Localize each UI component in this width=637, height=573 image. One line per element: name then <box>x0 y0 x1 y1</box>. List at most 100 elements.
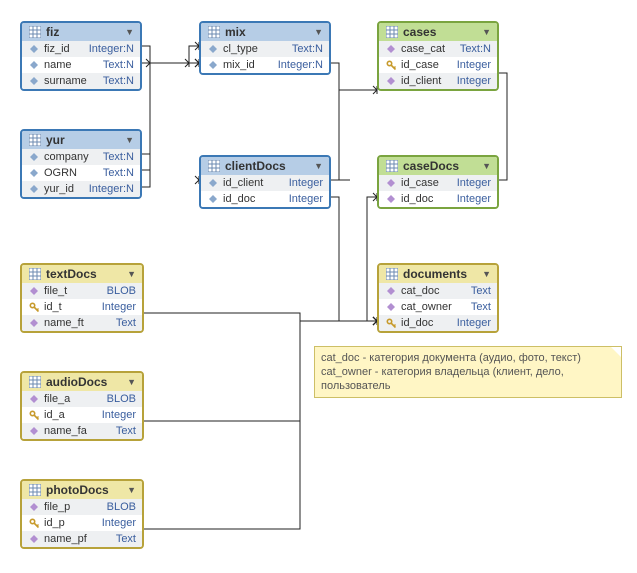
column-row[interactable]: id_caseInteger <box>379 57 497 73</box>
column-name: file_t <box>44 285 103 297</box>
table-title: yur <box>42 133 125 147</box>
column-row[interactable]: id_doc Integer <box>201 191 329 207</box>
diamond-icon <box>207 193 219 205</box>
column-type: Integer <box>102 301 136 313</box>
column-row[interactable]: id_t Integer <box>22 299 142 315</box>
table-title: clientDocs <box>221 159 314 173</box>
diamond-icon <box>28 183 40 195</box>
table-header[interactable]: caseDocs▼ <box>379 157 497 175</box>
caret-down-icon[interactable]: ▼ <box>482 269 491 279</box>
column-row[interactable]: id_docInteger <box>379 315 497 331</box>
diamond-icon <box>28 425 40 437</box>
column-name: OGRN <box>44 167 99 179</box>
column-name: id_doc <box>401 193 453 205</box>
column-row[interactable]: id_clientInteger <box>201 175 329 191</box>
table-header[interactable]: mix▼ <box>201 23 329 41</box>
column-type: Integer <box>289 193 323 205</box>
column-type: Text:N <box>103 75 134 87</box>
grid-icon <box>385 267 399 281</box>
table-yur[interactable]: yur▼companyText:NOGRNText:Nyur_idInteger… <box>20 129 142 199</box>
column-row[interactable]: id_docInteger <box>379 191 497 207</box>
grid-icon <box>207 25 221 39</box>
caret-down-icon[interactable]: ▼ <box>127 269 136 279</box>
grid-icon <box>385 25 399 39</box>
diamond-icon <box>207 43 219 55</box>
diamond-icon <box>385 177 397 189</box>
column-type: Integer <box>102 409 136 421</box>
column-row[interactable]: cat_ownerText <box>379 299 497 315</box>
column-name: id_client <box>223 177 285 189</box>
column-row[interactable]: name_pfText <box>22 531 142 547</box>
caret-down-icon[interactable]: ▼ <box>482 27 491 37</box>
column-row[interactable]: nameText:N <box>22 57 140 73</box>
diamond-icon <box>385 43 397 55</box>
column-type: Text <box>471 301 491 313</box>
column-row[interactable]: file_pBLOB <box>22 499 142 515</box>
table-textDocs[interactable]: textDocs▼ file_t BLOB id_t Integer name_ftTex… <box>20 263 144 333</box>
diamond-icon <box>28 393 40 405</box>
column-row[interactable]: name_faText <box>22 423 142 439</box>
column-type: BLOB <box>107 285 136 297</box>
table-photoDocs[interactable]: photoDocs▼file_pBLOBid_pIntegername_pfTe… <box>20 479 144 549</box>
column-row[interactable]: id_caseInteger <box>379 175 497 191</box>
caret-down-icon[interactable]: ▼ <box>482 161 491 171</box>
key-icon <box>385 317 397 329</box>
caret-down-icon[interactable]: ▼ <box>127 485 136 495</box>
column-row[interactable]: yur_idInteger:N <box>22 181 140 197</box>
diamond-icon <box>28 285 40 297</box>
column-name: case_cat <box>401 43 456 55</box>
diamond-icon <box>385 75 397 87</box>
column-row[interactable]: case_catText:N <box>379 41 497 57</box>
column-row[interactable]: companyText:N <box>22 149 140 165</box>
caret-down-icon[interactable]: ▼ <box>127 377 136 387</box>
table-title: fiz <box>42 25 125 39</box>
column-row[interactable]: fiz_idInteger:N <box>22 41 140 57</box>
column-row[interactable]: OGRNText:N <box>22 165 140 181</box>
column-name: id_p <box>44 517 98 529</box>
column-row[interactable]: mix_idInteger:N <box>201 57 329 73</box>
column-name: id_doc <box>223 193 285 205</box>
table-caseDocs[interactable]: caseDocs▼id_caseIntegerid_docInteger <box>377 155 499 209</box>
column-type: Text:N <box>292 43 323 55</box>
table-header[interactable]: clientDocs▼ <box>201 157 329 175</box>
column-name: cat_doc <box>401 285 467 297</box>
table-header[interactable]: documents▼ <box>379 265 497 283</box>
column-row[interactable]: cat_docText <box>379 283 497 299</box>
column-row[interactable]: name_ftText <box>22 315 142 331</box>
diamond-icon <box>28 59 40 71</box>
column-name: cl_type <box>223 43 288 55</box>
grid-icon <box>28 375 42 389</box>
table-cases[interactable]: cases▼case_catText:Nid_caseIntegerid_cli… <box>377 21 499 91</box>
column-row[interactable]: surnameText:N <box>22 73 140 89</box>
caret-down-icon[interactable]: ▼ <box>314 27 323 37</box>
diamond-icon <box>28 43 40 55</box>
table-header[interactable]: photoDocs▼ <box>22 481 142 499</box>
column-row[interactable]: id_clientInteger <box>379 73 497 89</box>
column-row[interactable]: id_pInteger <box>22 515 142 531</box>
table-documents[interactable]: documents▼cat_docTextcat_ownerTextid_doc… <box>377 263 499 333</box>
table-fiz[interactable]: fiz▼fiz_idInteger:NnameText:NsurnameText… <box>20 21 142 91</box>
column-row[interactable]: file_t BLOB <box>22 283 142 299</box>
table-header[interactable]: cases▼ <box>379 23 497 41</box>
table-header[interactable]: fiz▼ <box>22 23 140 41</box>
column-type: Text:N <box>103 151 134 163</box>
column-row[interactable]: id_aInteger <box>22 407 142 423</box>
column-row[interactable]: file_aBLOB <box>22 391 142 407</box>
caret-down-icon[interactable]: ▼ <box>125 135 134 145</box>
table-clientDocs[interactable]: clientDocs▼id_clientIntegerid_docInteger <box>199 155 331 209</box>
column-row[interactable]: cl_type Text:N <box>201 41 329 57</box>
diamond-icon <box>207 59 219 71</box>
table-header[interactable]: yur▼ <box>22 131 140 149</box>
table-audioDocs[interactable]: audioDocs▼file_aBLOBid_aIntegername_faTe… <box>20 371 144 441</box>
diamond-icon <box>28 533 40 545</box>
caret-down-icon[interactable]: ▼ <box>125 27 134 37</box>
table-mix[interactable]: mix▼ cl_type Text:N mix_idInteger:N <box>199 21 331 75</box>
caret-down-icon[interactable]: ▼ <box>314 161 323 171</box>
table-header[interactable]: textDocs▼ <box>22 265 142 283</box>
column-type: BLOB <box>107 393 136 405</box>
table-header[interactable]: audioDocs▼ <box>22 373 142 391</box>
column-name: id_t <box>44 301 98 313</box>
diamond-icon <box>207 177 219 189</box>
column-name: id_doc <box>401 317 453 329</box>
column-name: file_p <box>44 501 103 513</box>
